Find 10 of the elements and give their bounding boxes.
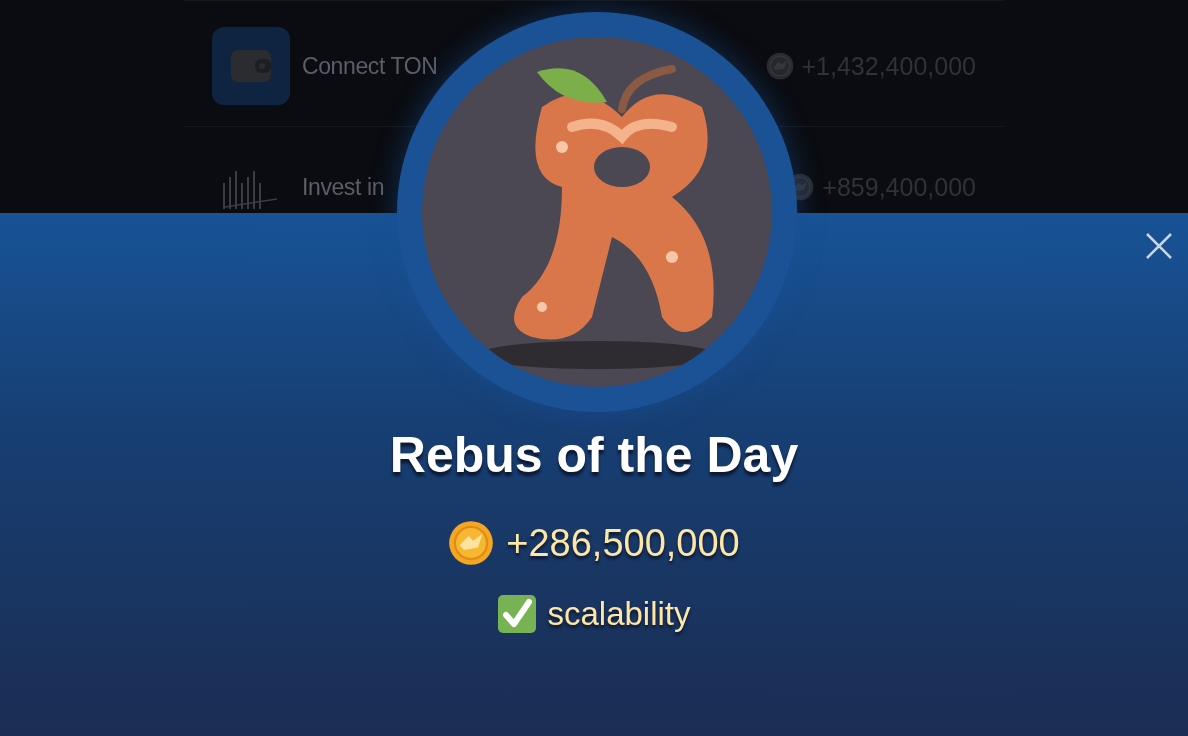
coin-icon bbox=[765, 52, 794, 80]
reward-amount: +286,500,000 bbox=[506, 521, 740, 565]
answer-text: scalability bbox=[547, 595, 691, 633]
coin-icon bbox=[448, 520, 495, 566]
modal-title: Rebus of the Day bbox=[389, 426, 799, 484]
wallet-icon bbox=[231, 50, 271, 82]
close-button[interactable] bbox=[1144, 231, 1174, 261]
task-title: Connect TON bbox=[302, 52, 439, 80]
task-title: Invest in bbox=[302, 173, 386, 201]
checkmark-icon bbox=[497, 594, 538, 634]
